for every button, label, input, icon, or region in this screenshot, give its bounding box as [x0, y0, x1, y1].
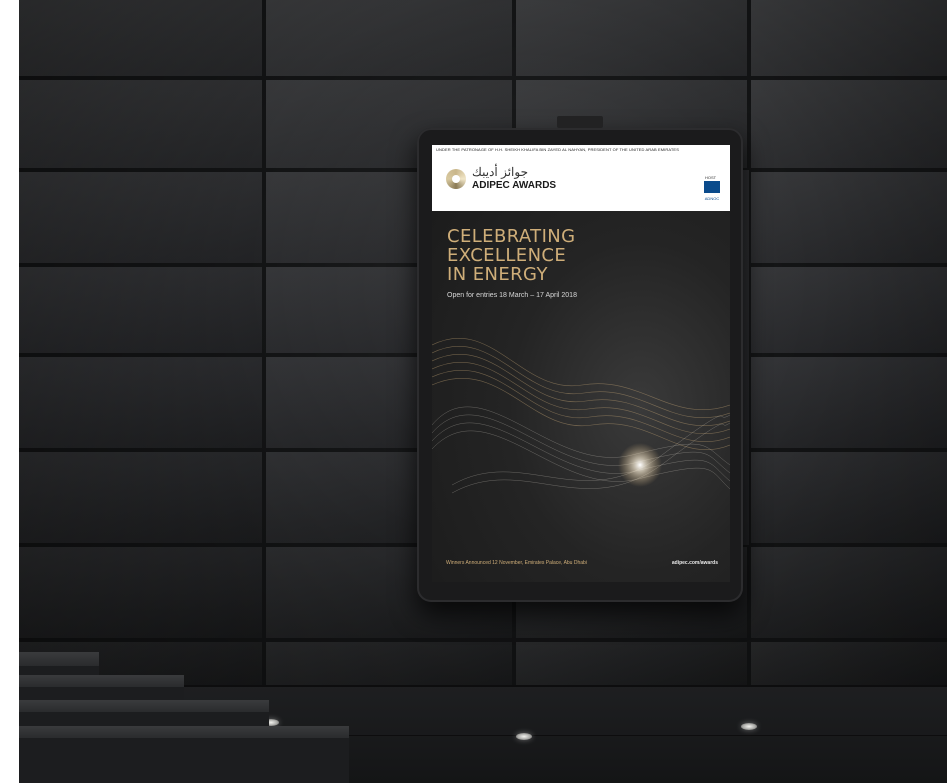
adnoc-logo-icon — [704, 181, 720, 193]
scene: UNDER THE PATRONAGE OF H.H. SHEIKH KHALI… — [19, 0, 947, 783]
wall-tile — [749, 78, 947, 170]
wall-tile — [749, 265, 947, 355]
wall-tile — [514, 0, 749, 78]
headline-line: IN ENERGY — [447, 264, 548, 285]
light-flare — [618, 443, 662, 487]
stair-step — [19, 652, 99, 666]
patronage-text: UNDER THE PATRONAGE OF H.H. SHEIKH KHALI… — [436, 147, 679, 152]
floor-spotlight — [516, 733, 532, 740]
wall-tile — [749, 545, 947, 640]
floor-spotlight — [741, 723, 757, 730]
poster-lightbox: UNDER THE PATRONAGE OF H.H. SHEIKH KHALI… — [417, 116, 743, 602]
wall-tile — [749, 450, 947, 545]
wall-tile — [19, 450, 264, 545]
stair-step — [19, 700, 269, 712]
wall-tile — [749, 355, 947, 450]
wall-tile — [19, 170, 264, 265]
entries-dates: Open for entries 18 March – 17 April 201… — [447, 292, 577, 299]
awards-logo-icon — [446, 169, 466, 189]
wall-tile — [19, 0, 264, 78]
energy-wave-graphic — [432, 338, 730, 494]
wall-tile — [19, 265, 264, 355]
poster-headline: CELEBRATING EXCELLENCE IN ENERGY — [447, 227, 717, 284]
wall-tile — [749, 170, 947, 265]
wall-tile — [19, 545, 264, 640]
stair-step — [19, 675, 184, 687]
poster-header: UNDER THE PATRONAGE OF H.H. SHEIKH KHALI… — [432, 145, 730, 211]
wall-tile — [19, 355, 264, 450]
awards-website: adipec.com/awards — [671, 560, 718, 566]
lightbox-mount — [557, 116, 603, 128]
headline-line: CELEBRATING — [447, 226, 576, 247]
wall-tile — [264, 0, 514, 78]
awards-arabic-name: جوائز أديبك — [472, 165, 528, 179]
headline-line: EXCELLENCE — [447, 245, 567, 266]
stair-step — [19, 726, 349, 738]
wall-tile — [19, 78, 264, 170]
host-name: ADNOC — [704, 196, 720, 201]
adipec-awards-poster: UNDER THE PATRONAGE OF H.H. SHEIKH KHALI… — [432, 145, 730, 582]
awards-name: ADIPEC AWARDS — [472, 180, 557, 191]
floor-seam — [259, 735, 947, 736]
stair-riser — [19, 738, 349, 783]
wall-tile — [749, 0, 947, 78]
winners-announcement: Winners Announced 12 November, Emirates … — [446, 560, 587, 566]
host-label: HOST — [705, 175, 717, 180]
